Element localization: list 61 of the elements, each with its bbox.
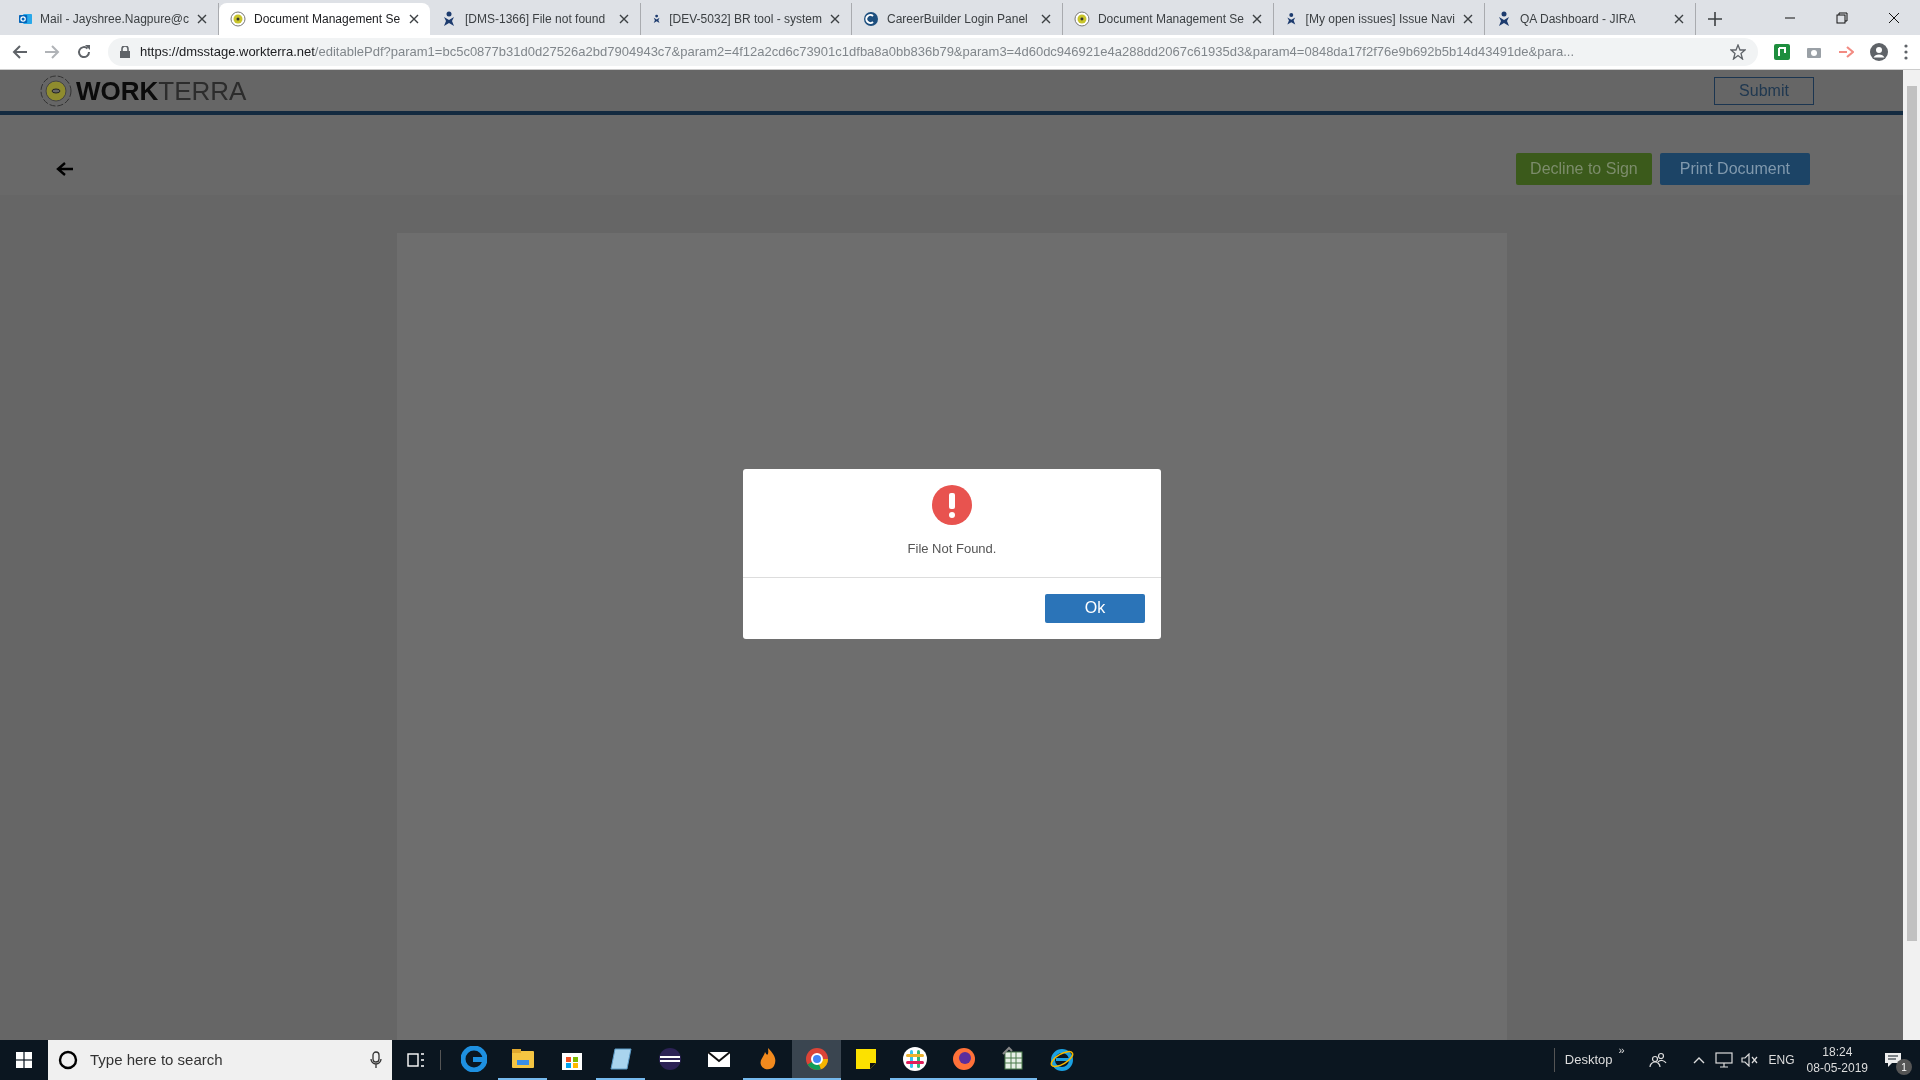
fox-globe-icon [950,1046,977,1072]
mail-app-icon [19,11,33,27]
close-icon[interactable] [1041,14,1051,24]
muted-speaker-icon[interactable] [1740,1053,1759,1067]
profile-icon[interactable] [1870,43,1888,61]
time-text: 18:24 [1822,1044,1853,1060]
close-icon[interactable] [197,14,207,24]
people-icon[interactable] [1648,1052,1667,1068]
chevron-up-icon[interactable] [1692,1056,1705,1064]
notification-badge: 1 [1896,1059,1912,1075]
close-icon[interactable] [619,14,629,24]
lock-icon [120,46,130,58]
windows-logo-icon[interactable] [16,1052,32,1068]
taskbar-app[interactable] [792,1040,841,1080]
close-icon[interactable] [830,14,840,24]
scrollbar[interactable] [1903,70,1920,1040]
browser-icon [460,1046,487,1072]
close-icon[interactable] [1252,14,1262,24]
browser-tab[interactable]: Document Management Se [219,3,430,35]
back-arrow-icon[interactable] [12,44,28,60]
badge-logo-icon [863,11,879,27]
pinwheel-icon [901,1046,928,1072]
person-logo-icon [1285,11,1298,27]
close-icon[interactable] [1888,11,1900,24]
close-icon[interactable] [1463,14,1473,24]
language-indicator[interactable]: ENG [1768,1051,1795,1069]
notepad-icon [607,1046,634,1072]
microphone-icon[interactable] [370,1051,382,1069]
target-logo-icon [1074,11,1090,27]
extension-icon[interactable] [1774,44,1790,60]
desktop-label[interactable]: Desktop [1564,1050,1613,1070]
close-icon[interactable] [1674,14,1684,24]
url-text: https://dmsstage.workterra.net/editablePdf?param1=bc5c0877b31d0d27526a2bd7904943c7&param2=4f12a2cd6c73901c1dfba8a0bb836b79&param3=4d60dc946921e4a288dd2067c61935d3&param4=0848da17f2f76e9b692b5b14d43491de&para... [140,43,1576,62]
ok-button[interactable]: Ok [1045,593,1145,623]
dialog-message: File Not Found. [907,540,997,558]
date-text: 08-05-2019 [1806,1060,1868,1076]
browser-icon [803,1046,830,1072]
target-logo-icon [40,74,72,107]
planet-icon [656,1046,683,1072]
browser-icon [1048,1046,1075,1072]
star-icon[interactable] [1730,44,1746,60]
target-logo-icon [230,11,246,27]
network-icon[interactable] [1714,1052,1733,1068]
back-arrow-icon[interactable] [56,161,74,177]
search-box[interactable]: Type here to search [48,1040,392,1080]
search-icon [58,1050,78,1070]
menu-icon[interactable] [1904,44,1908,60]
person-logo-icon [441,11,457,27]
person-logo-icon [1496,11,1512,27]
error-icon [932,485,972,525]
new-tab-icon[interactable] [1708,12,1722,26]
notification-center[interactable]: 1 [1884,1047,1910,1073]
address-bar[interactable] [108,38,1758,66]
clock[interactable]: 18:24 08-05-2019 [1806,1044,1868,1076]
logo-text: WORKTERRA [76,77,247,104]
restore-icon[interactable] [1836,11,1848,24]
task-view-icon[interactable] [407,1052,425,1068]
reload-icon[interactable] [76,44,92,60]
close-icon[interactable] [409,14,419,24]
search-field[interactable]: Type here to search [90,1048,358,1072]
chevrons-label[interactable]: » [1618,1042,1625,1059]
